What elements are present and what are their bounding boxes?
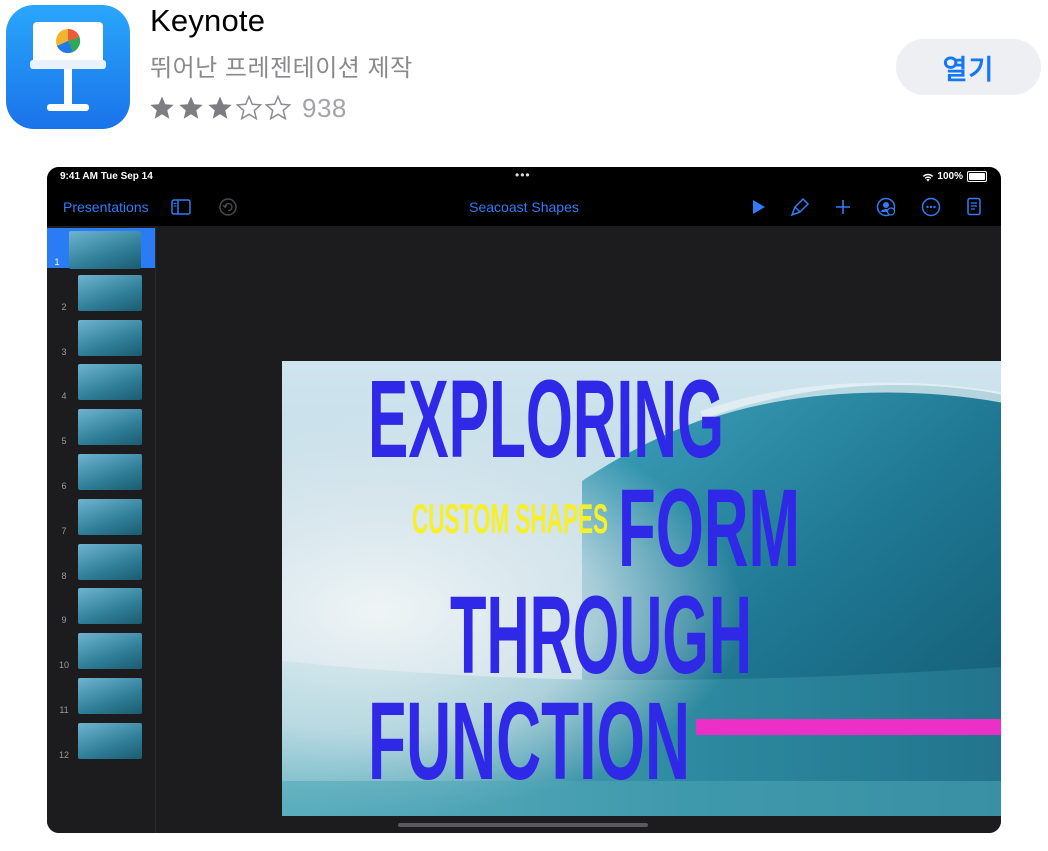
toolbar: Presentations Seacoast Shapes [47,187,1001,226]
app-subtitle: 뛰어난 프레젠테이션 제작 [150,55,413,82]
slide-thumbnail-11[interactable]: 11 [47,676,155,716]
battery-icon [967,171,987,182]
slide-thumbnail-9[interactable]: 9 [47,586,155,626]
ipad-screenshot: 9:41 AM Tue Sep 14 ••• 100% Presentation… [47,167,1001,833]
slide-thumbnail-image [78,543,142,580]
home-indicator [398,823,648,827]
slide-canvas: EXPLORING CUSTOM SHAPES FORM THROUGH FUN… [156,226,1001,833]
slide-thumbnail-7[interactable]: 7 [47,497,155,537]
slide-title-line4[interactable]: FUNCTION [368,680,690,803]
slide-thumbnail-image [69,231,141,269]
status-indicators: 100% [922,171,987,182]
slide-thumbnail-image [78,454,142,490]
slide-number: 1 [54,257,60,267]
slide-thumbnail-image [78,722,142,759]
slide-thumbnail-8[interactable]: 8 [47,542,155,582]
slide-title-line3[interactable]: THROUGH [450,574,752,697]
slide-thumbnail-1[interactable]: 1 [47,228,155,269]
slide-thumbnail-2[interactable]: 2 [47,273,155,313]
multitask-dots[interactable]: ••• [515,168,531,182]
slide-thumbnail-image [78,364,142,401]
slide-number: 9 [61,615,67,626]
slide-title-line2[interactable]: FORM [618,467,800,590]
slide-thumbnail-image [78,274,142,311]
status-bar: 9:41 AM Tue Sep 14 ••• 100% [47,167,1001,187]
slide-tag-text[interactable]: CUSTOM SHAPES [412,495,608,542]
document-title[interactable]: Seacoast Shapes [47,199,1001,215]
collaborate-icon[interactable] [875,196,897,218]
star-filled-icon [208,96,232,119]
rating-stars [149,95,294,121]
slide-navigator[interactable]: 12 11 10 9 8 7 6 5 4 3 2 1 [47,226,156,833]
slide-number: 4 [61,391,67,402]
format-brush-icon[interactable] [789,196,811,218]
app-title: Keynote [150,3,266,38]
slide-1[interactable]: EXPLORING CUSTOM SHAPES FORM THROUGH FUN… [282,361,1001,816]
keynote-app-icon [6,5,130,129]
slide-thumbnail-image [78,319,142,356]
slide-number: 8 [61,570,67,581]
slide-thumbnail-10[interactable]: 10 [47,631,155,671]
star-empty-icon [265,95,291,121]
slide-title-line1[interactable]: EXPLORING [368,361,724,481]
star-filled-icon [150,96,174,119]
slide-thumbnail-3[interactable]: 3 [47,318,155,358]
slide-thumbnail-image [78,588,142,625]
status-time: 9:41 AM Tue Sep 14 [60,171,153,182]
slide-number: 2 [61,301,67,312]
slide-number: 12 [58,749,69,760]
open-button[interactable]: 열기 [896,39,1041,95]
slide-thumbnail-image [78,498,142,535]
rating: 938 [149,91,347,125]
presenter-notes-icon[interactable] [963,196,985,218]
accent-bar[interactable] [696,719,1001,735]
slide-number: 5 [61,436,67,447]
slide-thumbnail-image [78,678,142,714]
play-icon[interactable] [747,196,769,218]
slide-thumbnail-4[interactable]: 4 [47,362,155,402]
star-empty-icon [236,95,262,121]
wifi-icon [923,173,934,181]
add-icon[interactable] [832,196,854,218]
battery-percent: 100% [937,171,963,182]
slide-number: 7 [61,525,67,536]
slide-thumbnail-image [78,633,142,670]
rating-count: 938 [302,92,347,123]
slide-number: 10 [58,660,69,671]
star-filled-icon [179,96,203,119]
slide-thumbnail-6[interactable]: 6 [47,452,155,492]
slide-thumbnail-12[interactable]: 12 [47,721,155,761]
slide-thumbnail-5[interactable]: 5 [47,407,155,447]
slide-number: 11 [59,705,69,715]
slide-thumbnail-image [78,409,142,446]
slide-number: 3 [61,346,67,357]
slide-number: 6 [61,481,67,491]
more-icon[interactable] [920,196,942,218]
